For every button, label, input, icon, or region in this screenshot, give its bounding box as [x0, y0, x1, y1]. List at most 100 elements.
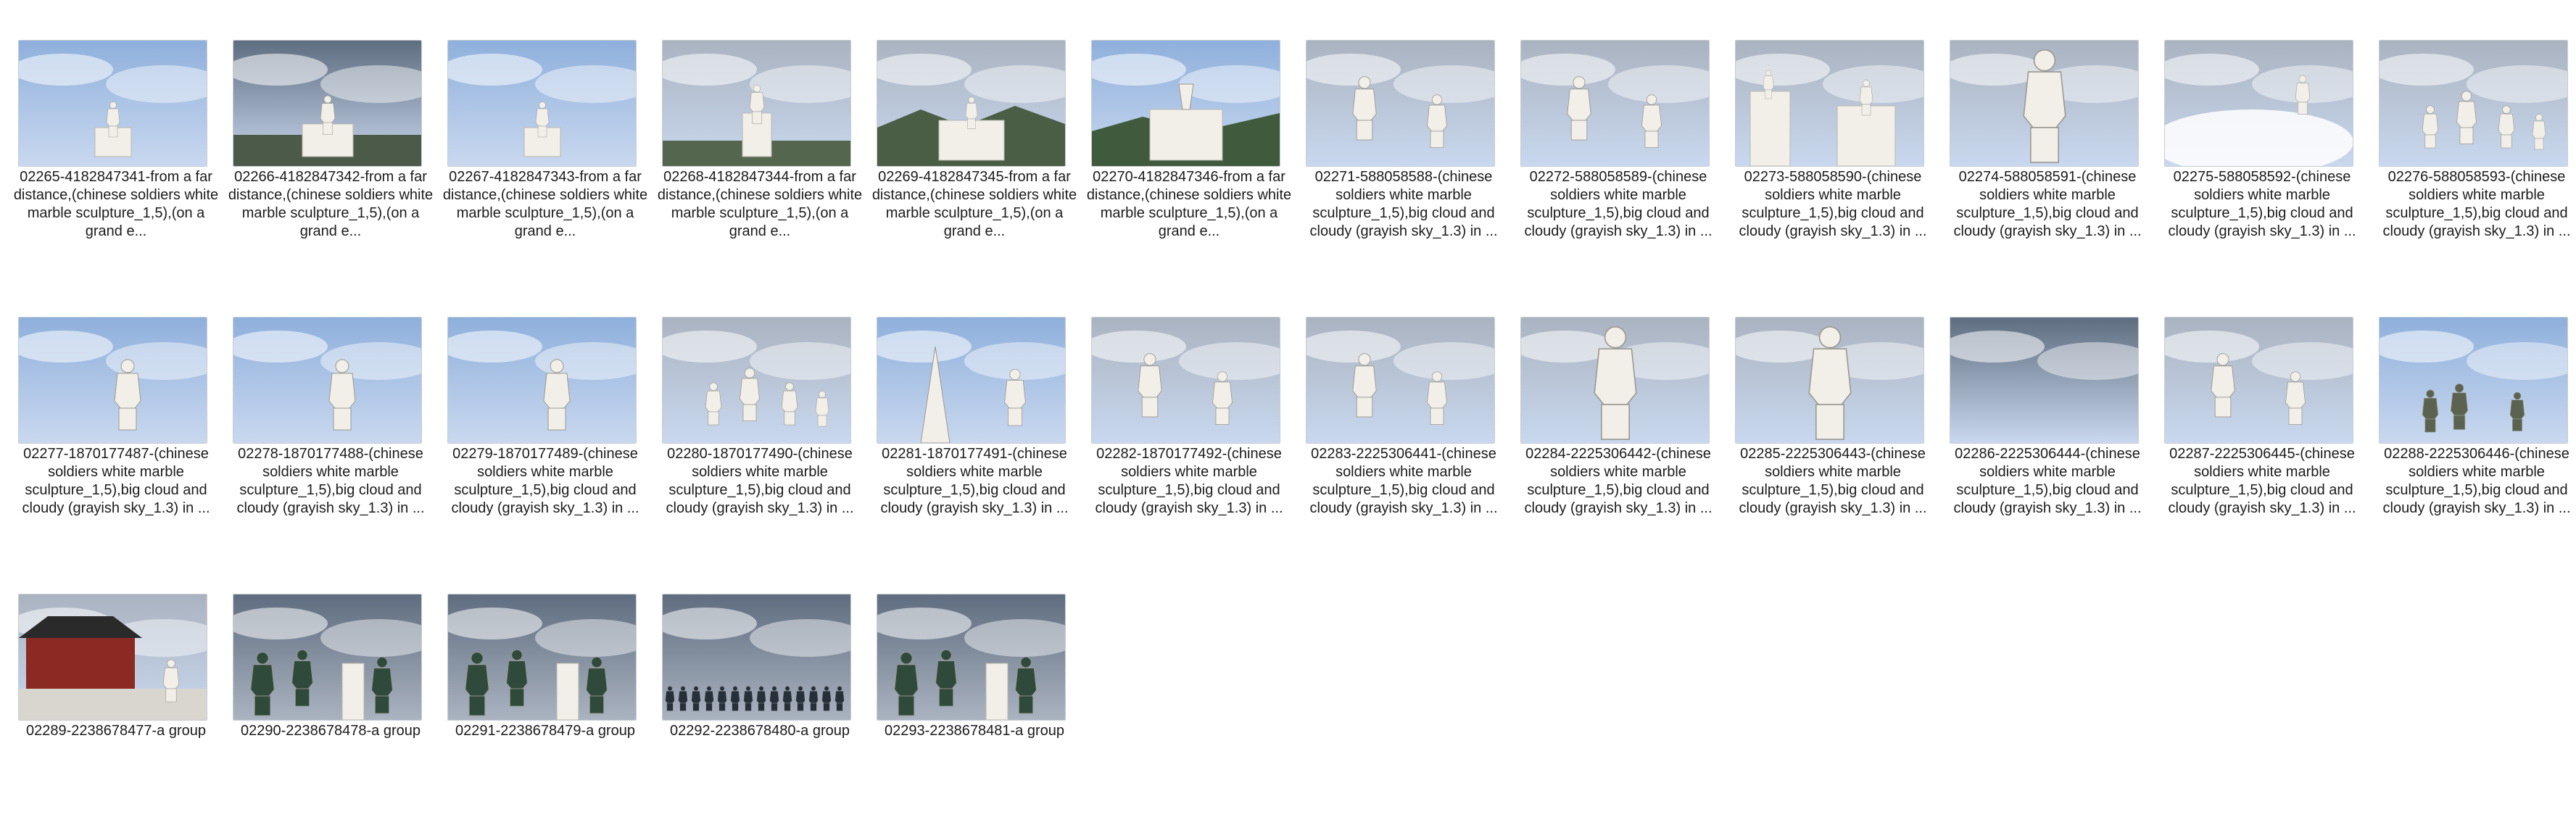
file-name-label: 02288-2225306446-(chinese soldiers white…	[2382, 446, 2571, 516]
file-thumbnail[interactable]	[1306, 317, 1495, 444]
file-thumbnail[interactable]	[877, 594, 1066, 721]
thumbnail-image	[233, 318, 421, 443]
file-name-label: 02267-4182847343-from a far distance,(ch…	[442, 169, 648, 239]
file-thumbnail[interactable]	[1520, 40, 1710, 167]
file-item[interactable]: 02291-2238678479-a group	[438, 594, 653, 833]
file-name-label: 02274-588058591-(chinese soldiers white …	[1953, 169, 2142, 239]
file-name-label: 02278-1870177488-(chinese soldiers white…	[236, 446, 425, 516]
thumbnail-image	[233, 594, 421, 720]
file-item[interactable]: 02267-4182847343-from a far distance,(ch…	[438, 40, 653, 279]
file-thumbnail[interactable]	[233, 40, 422, 167]
file-item[interactable]: 02285-2225306443-(chinese soldiers white…	[1726, 317, 1940, 556]
file-thumbnail[interactable]	[2164, 40, 2353, 167]
file-name-label: 02277-1870177487-(chinese soldiers white…	[22, 446, 210, 516]
file-item[interactable]: 02281-1870177491-(chinese soldiers white…	[867, 317, 1082, 556]
file-thumbnail[interactable]	[1950, 40, 2139, 167]
file-item[interactable]: 02269-4182847345-from a far distance,(ch…	[867, 40, 1082, 279]
file-thumbnail[interactable]	[2164, 317, 2353, 444]
thumbnail-image	[1521, 41, 1709, 166]
file-item[interactable]: 02290-2238678478-a group	[223, 594, 438, 833]
file-thumbnail[interactable]	[447, 40, 637, 167]
file-thumbnail[interactable]	[1091, 40, 1280, 167]
file-item[interactable]: 02271-588058588-(chinese soldiers white …	[1296, 40, 1511, 279]
thumbnail-image	[663, 41, 850, 166]
file-thumbnail[interactable]	[877, 40, 1066, 167]
file-name-label: 02283-2225306441-(chinese soldiers white…	[1309, 446, 1498, 516]
file-name-label: 02281-1870177491-(chinese soldiers white…	[880, 446, 1069, 516]
file-item[interactable]: 02277-1870177487-(chinese soldiers white…	[9, 317, 223, 556]
file-name-label: 02293-2238678481-a group	[885, 723, 1064, 739]
file-item[interactable]: 02270-4182847346-from a far distance,(ch…	[1082, 40, 1296, 279]
file-thumbnail[interactable]	[2379, 317, 2568, 444]
thumbnail-image	[1521, 318, 1709, 443]
file-name-label: 02284-2225306442-(chinese soldiers white…	[1524, 446, 1712, 516]
file-item[interactable]: 02280-1870177490-(chinese soldiers white…	[653, 317, 867, 556]
file-thumbnail[interactable]	[1520, 317, 1710, 444]
file-name-label: 02290-2238678478-a group	[241, 723, 421, 739]
file-name-label: 02265-4182847341-from a far distance,(ch…	[13, 169, 219, 239]
thumbnail-image	[2380, 41, 2567, 166]
thumbnail-image	[233, 41, 421, 166]
thumbnail-image	[1306, 41, 1494, 166]
file-thumbnail[interactable]	[662, 40, 851, 167]
file-item[interactable]: 02274-588058591-(chinese soldiers white …	[1940, 40, 2155, 279]
file-thumbnail[interactable]	[447, 594, 637, 721]
thumbnail-image	[877, 318, 1065, 443]
file-item[interactable]: 02289-2238678477-a group	[9, 594, 223, 833]
file-item[interactable]: 02292-2238678480-a group	[653, 594, 867, 833]
file-thumbnail[interactable]	[2379, 40, 2568, 167]
thumbnail-image	[1736, 41, 1923, 166]
file-item[interactable]: 02293-2238678481-a group	[867, 594, 1082, 833]
file-name-label: 02276-588058593-(chinese soldiers white …	[2382, 169, 2571, 239]
file-thumbnail[interactable]	[1735, 317, 1924, 444]
file-thumbnail[interactable]	[1950, 317, 2139, 444]
file-item[interactable]: 02268-4182847344-from a far distance,(ch…	[653, 40, 867, 279]
file-name-label: 02268-4182847344-from a far distance,(ch…	[657, 169, 863, 239]
file-thumbnail[interactable]	[662, 317, 851, 444]
thumbnail-image	[1950, 318, 2138, 443]
file-thumbnail[interactable]	[1306, 40, 1495, 167]
file-item[interactable]: 02266-4182847342-from a far distance,(ch…	[223, 40, 438, 279]
file-thumbnail[interactable]	[1091, 317, 1280, 444]
file-item[interactable]: 02287-2225306445-(chinese soldiers white…	[2155, 317, 2369, 556]
file-item[interactable]: 02272-588058589-(chinese soldiers white …	[1511, 40, 1726, 279]
file-thumbnail[interactable]	[18, 40, 207, 167]
thumbnail-image	[19, 41, 207, 166]
file-name-label: 02291-2238678479-a group	[455, 723, 635, 739]
file-thumbnail[interactable]	[233, 317, 422, 444]
file-thumbnail[interactable]	[18, 317, 207, 444]
thumbnail-image	[663, 594, 850, 720]
thumbnail-image	[448, 594, 636, 720]
thumbnail-image	[2165, 318, 2353, 443]
thumbnail-image	[1736, 318, 1923, 443]
file-name-label: 02273-588058590-(chinese soldiers white …	[1739, 169, 1927, 239]
file-item[interactable]: 02276-588058593-(chinese soldiers white …	[2369, 40, 2576, 279]
file-item[interactable]: 02286-2225306444-(chinese soldiers white…	[1940, 317, 2155, 556]
thumbnail-image	[19, 318, 207, 443]
file-item[interactable]: 02278-1870177488-(chinese soldiers white…	[223, 317, 438, 556]
file-item[interactable]: 02273-588058590-(chinese soldiers white …	[1726, 40, 1940, 279]
thumbnail-image	[448, 318, 636, 443]
thumbnail-image	[663, 318, 850, 443]
file-item[interactable]: 02282-1870177492-(chinese soldiers white…	[1082, 317, 1296, 556]
file-thumbnail[interactable]	[233, 594, 422, 721]
file-thumbnail[interactable]	[662, 594, 851, 721]
file-name-label: 02282-1870177492-(chinese soldiers white…	[1095, 446, 1283, 516]
file-item[interactable]: 02279-1870177489-(chinese soldiers white…	[438, 317, 653, 556]
file-name-label: 02266-4182847342-from a far distance,(ch…	[228, 169, 434, 239]
file-item[interactable]: 02288-2225306446-(chinese soldiers white…	[2369, 317, 2576, 556]
file-item[interactable]: 02283-2225306441-(chinese soldiers white…	[1296, 317, 1511, 556]
file-thumbnail[interactable]	[877, 317, 1066, 444]
thumbnail-image	[1306, 318, 1494, 443]
thumbnail-image	[2380, 318, 2567, 443]
file-item[interactable]: 02275-588058592-(chinese soldiers white …	[2155, 40, 2369, 279]
thumbnail-image	[1950, 41, 2138, 166]
file-item[interactable]: 02284-2225306442-(chinese soldiers white…	[1511, 317, 1726, 556]
thumbnail-image	[19, 594, 207, 720]
file-thumbnail[interactable]	[1735, 40, 1924, 167]
file-name-label: 02279-1870177489-(chinese soldiers white…	[451, 446, 639, 516]
file-thumbnail[interactable]	[447, 317, 637, 444]
thumbnail-image	[877, 41, 1065, 166]
file-item[interactable]: 02265-4182847341-from a far distance,(ch…	[9, 40, 223, 279]
file-thumbnail[interactable]	[18, 594, 207, 721]
